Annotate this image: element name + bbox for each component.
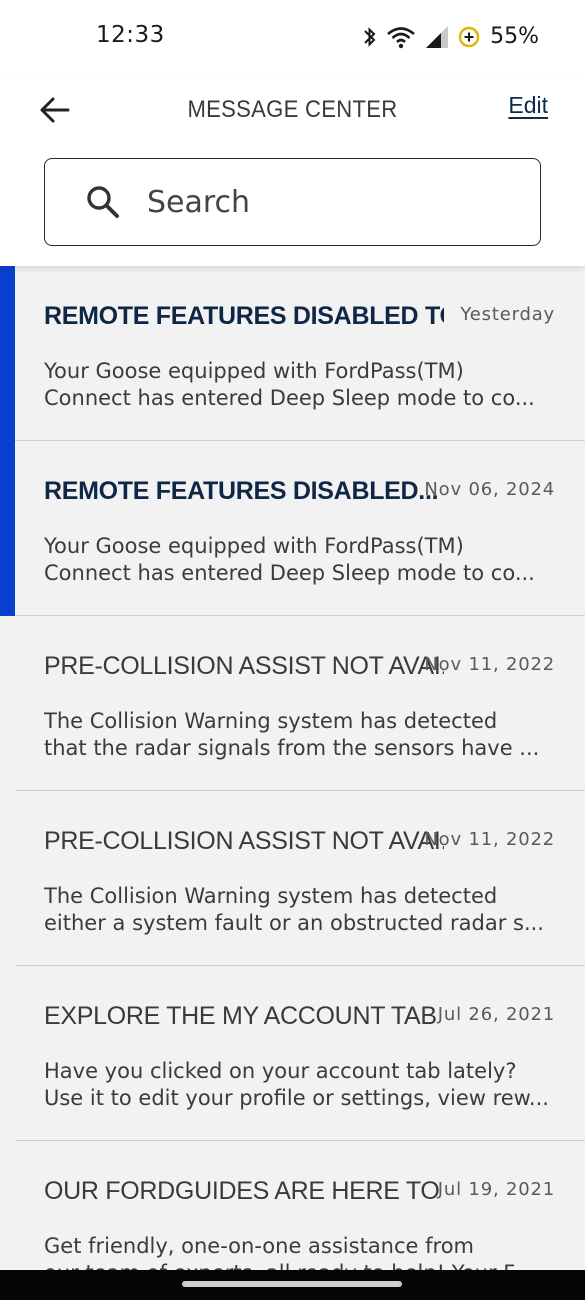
home-gesture-handle[interactable] bbox=[182, 1281, 402, 1287]
message-preview-line: Get friendly, one-on-one assistance from bbox=[44, 1234, 475, 1258]
message-preview: The Collision Warning system has detecte… bbox=[44, 708, 554, 762]
message-date: Yesterday bbox=[460, 304, 555, 325]
message-preview-line: Your Goose equipped with FordPass(TM) bbox=[44, 534, 464, 558]
system-nav-bar bbox=[0, 1270, 585, 1300]
message-title: REMOTE FEATURES DISABLED TO ... bbox=[44, 302, 444, 330]
message-preview-line: that the radar signals from the sensors … bbox=[44, 736, 540, 760]
search-input[interactable] bbox=[147, 184, 507, 220]
status-time: 12:33 bbox=[96, 22, 165, 48]
status-icons: 55% bbox=[362, 24, 539, 49]
message-preview-line: The Collision Warning system has detecte… bbox=[44, 884, 498, 908]
status-bar: 12:33 55% bbox=[0, 0, 585, 76]
message-date: Nov 11, 2022 bbox=[424, 829, 555, 850]
unread-indicator bbox=[0, 441, 15, 616]
message-preview-line: Connect has entered Deep Sleep mode to c… bbox=[44, 561, 535, 585]
message-date: Nov 06, 2024 bbox=[424, 479, 555, 500]
message-title: OUR FORDGUIDES ARE HERE TO HE... bbox=[44, 1177, 444, 1205]
message-title: REMOTE FEATURES DISABLED... bbox=[44, 477, 439, 505]
battery-level: 55% bbox=[490, 24, 539, 49]
message-preview-line: Have you clicked on your account tab lat… bbox=[44, 1059, 517, 1083]
message-item[interactable]: EXPLORE THE MY ACCOUNT TAB Jul 26, 2021 … bbox=[0, 966, 585, 1141]
message-preview: The Collision Warning system has detecte… bbox=[44, 883, 554, 937]
signal-icon bbox=[424, 25, 450, 49]
search-box[interactable] bbox=[44, 158, 541, 246]
message-preview-line: either a system fault or an obstructed r… bbox=[44, 911, 544, 935]
message-preview-line: The Collision Warning system has detecte… bbox=[44, 709, 498, 733]
bluetooth-icon bbox=[362, 25, 378, 49]
message-date: Jul 19, 2021 bbox=[437, 1179, 555, 1200]
wifi-icon bbox=[386, 25, 416, 49]
message-preview-line: Use it to edit your profile or settings,… bbox=[44, 1086, 549, 1110]
message-title: EXPLORE THE MY ACCOUNT TAB bbox=[44, 1002, 437, 1030]
message-preview-line: Connect has entered Deep Sleep mode to c… bbox=[44, 386, 535, 410]
message-list: REMOTE FEATURES DISABLED TO ... Yesterda… bbox=[0, 266, 585, 1300]
unread-indicator bbox=[0, 266, 15, 441]
message-item[interactable]: PRE-COLLISION ASSIST NOT AVAI... Nov 11,… bbox=[0, 791, 585, 966]
message-preview-line: Your Goose equipped with FordPass(TM) bbox=[44, 359, 464, 383]
message-preview: Have you clicked on your account tab lat… bbox=[44, 1058, 554, 1112]
search-icon bbox=[85, 184, 121, 220]
message-preview: Your Goose equipped with FordPass(TM) Co… bbox=[44, 533, 554, 587]
page-title: MESSAGE CENTER bbox=[187, 96, 398, 123]
header: MESSAGE CENTER Edit bbox=[0, 76, 585, 266]
battery-saver-icon bbox=[458, 26, 480, 48]
edit-button[interactable]: Edit bbox=[508, 92, 548, 119]
message-date: Nov 11, 2022 bbox=[424, 654, 555, 675]
message-title: PRE-COLLISION ASSIST NOT AVAI... bbox=[44, 652, 444, 680]
message-item[interactable]: REMOTE FEATURES DISABLED... Nov 06, 2024… bbox=[0, 441, 585, 616]
message-date: Jul 26, 2021 bbox=[437, 1004, 555, 1025]
message-preview: Your Goose equipped with FordPass(TM) Co… bbox=[44, 358, 554, 412]
message-item[interactable]: REMOTE FEATURES DISABLED TO ... Yesterda… bbox=[0, 266, 585, 441]
message-title: PRE-COLLISION ASSIST NOT AVAI... bbox=[44, 827, 444, 855]
message-item[interactable]: PRE-COLLISION ASSIST NOT AVAI... Nov 11,… bbox=[0, 616, 585, 791]
